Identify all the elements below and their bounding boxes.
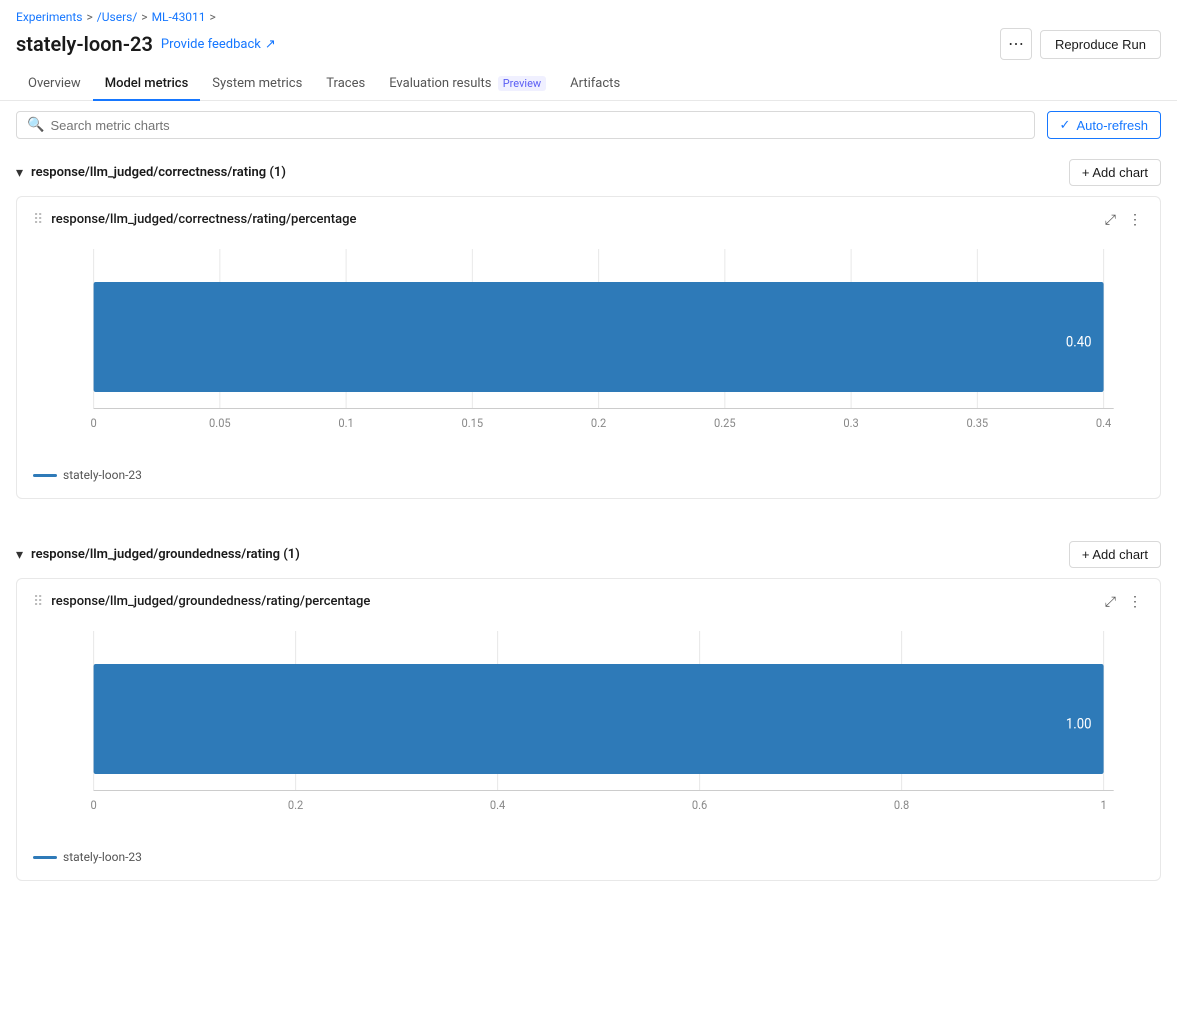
tab-artifacts[interactable]: Artifacts bbox=[558, 68, 632, 101]
drag-handle-icon[interactable]: ⠿ bbox=[33, 212, 43, 228]
correctness-collapse-button[interactable]: ▾ bbox=[16, 164, 23, 181]
groundedness-title-wrap: ▾ response/llm_judged/groundedness/ratin… bbox=[16, 546, 300, 563]
svg-text:0.05: 0.05 bbox=[209, 416, 231, 431]
auto-refresh-label: Auto-refresh bbox=[1076, 118, 1148, 133]
provide-feedback-link[interactable]: Provide feedback ↗ bbox=[161, 37, 276, 52]
svg-text:0.8: 0.8 bbox=[894, 798, 909, 813]
breadcrumb: Experiments > /Users/ > ML-43011 > bbox=[0, 0, 1177, 28]
tab-evaluation-results[interactable]: Evaluation results Preview bbox=[377, 68, 558, 101]
svg-text:1.00: 1.00 bbox=[1066, 716, 1092, 733]
correctness-fullscreen-button[interactable]: ⤢ bbox=[1103, 209, 1118, 230]
preview-badge: Preview bbox=[498, 76, 546, 91]
groundedness-chart-card: ⠿ response/llm_judged/groundedness/ratin… bbox=[16, 578, 1161, 881]
svg-text:0.3: 0.3 bbox=[843, 416, 858, 431]
correctness-section-title: response/llm_judged/correctness/rating (… bbox=[31, 165, 286, 180]
title-row: stately-loon-23 Provide feedback ↗ ⋯ Rep… bbox=[0, 28, 1177, 68]
tab-system-metrics[interactable]: System metrics bbox=[200, 68, 314, 101]
groundedness-collapse-button[interactable]: ▾ bbox=[16, 546, 23, 563]
groundedness-chart-legend: stately-loon-23 bbox=[33, 840, 1144, 864]
groundedness-add-chart-button[interactable]: + Add chart bbox=[1069, 541, 1161, 568]
svg-text:0.6: 0.6 bbox=[692, 798, 707, 813]
correctness-legend-label: stately-loon-23 bbox=[63, 468, 142, 482]
svg-text:0.15: 0.15 bbox=[462, 416, 484, 431]
breadcrumb-users[interactable]: /Users/ bbox=[97, 10, 138, 24]
external-link-icon: ↗ bbox=[265, 37, 276, 52]
correctness-chart-more-button[interactable]: ⋮ bbox=[1126, 209, 1144, 230]
correctness-chart-title-wrap: ⠿ response/llm_judged/correctness/rating… bbox=[33, 212, 356, 228]
correctness-chart-legend: stately-loon-23 bbox=[33, 458, 1144, 482]
more-options-button[interactable]: ⋯ bbox=[1000, 28, 1032, 60]
drag-handle-icon-2[interactable]: ⠿ bbox=[33, 594, 43, 610]
correctness-chart-actions: ⤢ ⋮ bbox=[1103, 209, 1144, 230]
groundedness-chart-title: response/llm_judged/groundedness/rating/… bbox=[51, 594, 370, 609]
correctness-chart-area: 0.40 0 0.05 0.1 0.15 0.2 0.25 0.3 0.35 0… bbox=[33, 238, 1144, 458]
groundedness-section: ▾ response/llm_judged/groundedness/ratin… bbox=[0, 531, 1177, 913]
svg-text:0.35: 0.35 bbox=[967, 416, 989, 431]
tabs-bar: Overview Model metrics System metrics Tr… bbox=[0, 68, 1177, 101]
groundedness-section-header: ▾ response/llm_judged/groundedness/ratin… bbox=[16, 531, 1161, 578]
correctness-title-wrap: ▾ response/llm_judged/correctness/rating… bbox=[16, 164, 286, 181]
breadcrumb-sep3: > bbox=[210, 10, 216, 24]
groundedness-legend-line bbox=[33, 856, 57, 859]
breadcrumb-sep1: > bbox=[87, 10, 93, 24]
title-left: stately-loon-23 Provide feedback ↗ bbox=[16, 32, 276, 56]
auto-refresh-button[interactable]: ✓ Auto-refresh bbox=[1047, 111, 1161, 139]
title-right: ⋯ Reproduce Run bbox=[1000, 28, 1161, 60]
svg-text:0.2: 0.2 bbox=[591, 416, 607, 431]
feedback-label: Provide feedback bbox=[161, 37, 261, 52]
groundedness-fullscreen-button[interactable]: ⤢ bbox=[1103, 591, 1118, 612]
groundedness-chart-header: ⠿ response/llm_judged/groundedness/ratin… bbox=[33, 591, 1144, 612]
breadcrumb-run-id[interactable]: ML-43011 bbox=[152, 10, 206, 24]
checkmark-icon: ✓ bbox=[1060, 117, 1071, 133]
svg-text:0.4: 0.4 bbox=[490, 798, 506, 813]
tab-overview[interactable]: Overview bbox=[16, 68, 93, 101]
groundedness-chart-actions: ⤢ ⋮ bbox=[1103, 591, 1144, 612]
correctness-chart-title: response/llm_judged/correctness/rating/p… bbox=[51, 212, 356, 227]
search-icon: 🔍 bbox=[27, 117, 44, 133]
reproduce-run-button[interactable]: Reproduce Run bbox=[1040, 30, 1161, 59]
correctness-legend-line bbox=[33, 474, 57, 477]
groundedness-section-title: response/llm_judged/groundedness/rating … bbox=[31, 547, 300, 562]
correctness-section-header: ▾ response/llm_judged/correctness/rating… bbox=[16, 149, 1161, 196]
groundedness-chart-area: 1.00 0 0.2 0.4 0.6 0.8 1 bbox=[33, 620, 1144, 840]
correctness-chart-svg: 0.40 0 0.05 0.1 0.15 0.2 0.25 0.3 0.35 0… bbox=[33, 238, 1144, 458]
svg-text:1: 1 bbox=[1100, 798, 1106, 813]
run-title: stately-loon-23 bbox=[16, 32, 153, 56]
search-input[interactable] bbox=[50, 118, 1023, 133]
breadcrumb-experiments[interactable]: Experiments bbox=[16, 10, 83, 24]
breadcrumb-sep2: > bbox=[141, 10, 147, 24]
search-wrap[interactable]: 🔍 bbox=[16, 111, 1035, 139]
tab-traces[interactable]: Traces bbox=[314, 68, 377, 101]
svg-text:0.25: 0.25 bbox=[714, 416, 736, 431]
svg-text:0: 0 bbox=[90, 798, 96, 813]
svg-text:0: 0 bbox=[90, 416, 96, 431]
correctness-chart-header: ⠿ response/llm_judged/correctness/rating… bbox=[33, 209, 1144, 230]
groundedness-chart-svg: 1.00 0 0.2 0.4 0.6 0.8 1 bbox=[33, 620, 1144, 840]
svg-text:0.40: 0.40 bbox=[1066, 334, 1092, 351]
toolbar: 🔍 ✓ Auto-refresh bbox=[0, 101, 1177, 149]
svg-text:0.4: 0.4 bbox=[1096, 416, 1112, 431]
tab-model-metrics[interactable]: Model metrics bbox=[93, 68, 201, 101]
svg-text:0.1: 0.1 bbox=[338, 416, 353, 431]
correctness-add-chart-button[interactable]: + Add chart bbox=[1069, 159, 1161, 186]
groundedness-chart-title-wrap: ⠿ response/llm_judged/groundedness/ratin… bbox=[33, 594, 370, 610]
groundedness-legend-label: stately-loon-23 bbox=[63, 850, 142, 864]
correctness-chart-card: ⠿ response/llm_judged/correctness/rating… bbox=[16, 196, 1161, 499]
svg-text:0.2: 0.2 bbox=[288, 798, 304, 813]
groundedness-chart-more-button[interactable]: ⋮ bbox=[1126, 591, 1144, 612]
correctness-section: ▾ response/llm_judged/correctness/rating… bbox=[0, 149, 1177, 531]
